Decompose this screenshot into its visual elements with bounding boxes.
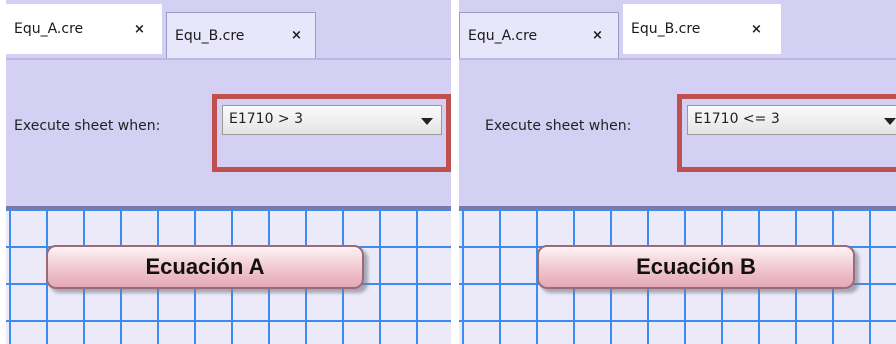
execute-condition-label: Execute sheet when: <box>485 118 632 134</box>
sheet-grid: Ecuación A <box>6 206 451 344</box>
condition-value: E1710 <= 3 <box>694 111 780 127</box>
tab-equ-b[interactable]: Equ_B.cre × <box>623 4 781 54</box>
tab-label: Equ_A.cre <box>14 21 84 37</box>
tab-label: Equ_B.cre <box>175 27 245 44</box>
sheet-panel-a: Equ_A.cre × Equ_B.cre × Execute sheet wh… <box>6 0 451 344</box>
close-icon[interactable]: × <box>751 22 762 37</box>
close-icon[interactable]: × <box>592 28 603 43</box>
condition-select[interactable]: E1710 > 3 <box>222 105 442 135</box>
sheet-grid: Ecuación B <box>459 206 896 344</box>
tab-label: Equ_B.cre <box>631 21 701 37</box>
tab-equ-a[interactable]: Equ_A.cre × <box>6 4 162 54</box>
equation-a-box[interactable]: Ecuación A <box>46 245 364 289</box>
equation-label: Ecuación B <box>636 254 756 279</box>
close-icon[interactable]: × <box>134 22 145 37</box>
condition-value: E1710 > 3 <box>229 111 304 127</box>
condition-select[interactable]: E1710 <= 3 <box>687 105 896 135</box>
execute-condition-label: Execute sheet when: <box>14 118 161 134</box>
sheet-toolbar: Execute sheet when: E1710 <= 3 <box>459 58 896 206</box>
tab-equ-b[interactable]: Equ_B.cre × <box>166 12 316 58</box>
tab-equ-a[interactable]: Equ_A.cre × <box>459 12 619 58</box>
sheet-panel-b: Equ_A.cre × Equ_B.cre × Execute sheet wh… <box>459 0 896 344</box>
chevron-down-icon[interactable] <box>421 118 433 125</box>
equation-b-box[interactable]: Ecuación B <box>537 245 855 289</box>
chevron-down-icon[interactable] <box>884 118 896 125</box>
tab-label: Equ_A.cre <box>468 27 538 44</box>
sheet-toolbar: Execute sheet when: E1710 > 3 <box>6 58 451 206</box>
close-icon[interactable]: × <box>291 28 302 43</box>
equation-label: Ecuación A <box>145 254 265 279</box>
